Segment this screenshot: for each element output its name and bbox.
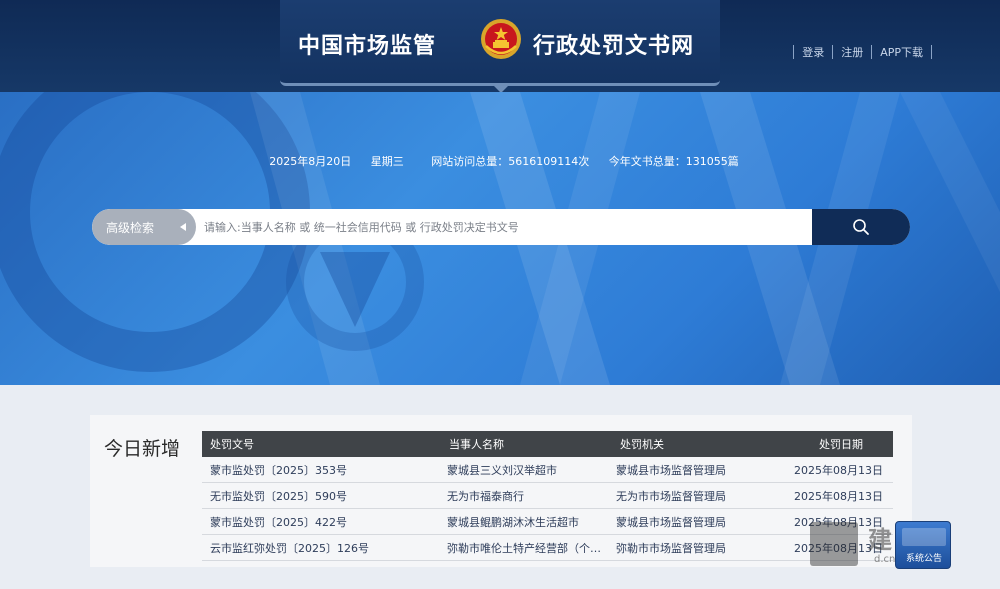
site-title-right: 行政处罚文书网 bbox=[533, 34, 695, 59]
doc-count: 今年文书总量：131055篇 bbox=[608, 155, 739, 168]
link-separator bbox=[931, 45, 932, 59]
link-separator bbox=[832, 45, 834, 59]
doc-number[interactable]: 云市监红弥处罚〔2025〕126号 bbox=[210, 540, 369, 556]
top-links: 登录 注册 APP下载 bbox=[785, 44, 940, 60]
search-bar: 高级检索 bbox=[92, 209, 910, 245]
system-notice-button[interactable]: 系统公告 bbox=[895, 521, 951, 569]
party-name: 蒙城县三义刘汉举超市 bbox=[447, 463, 557, 477]
today-new-panel: 今日新增 处罚文号 当事人名称 处罚机关 处罚日期 蒙市监处罚〔2025〕353… bbox=[90, 415, 912, 567]
table-row[interactable]: 蒙市监处罚〔2025〕422号 蒙城县鲲鹏湖沐沐生活超市 蒙城县市场监督管理局 … bbox=[202, 509, 893, 535]
header-date: 处罚日期 bbox=[819, 438, 863, 451]
penalty-date: 2025年08月13日 bbox=[794, 463, 883, 477]
authority: 无为市市场监督管理局 bbox=[616, 489, 726, 503]
visit-count: 网站访问总量：5616109114次 bbox=[431, 155, 590, 168]
table-row[interactable]: 云市监红弥处罚〔2025〕126号 弥勒市唯伦土特产经营部（个… 弥勒市市场监督… bbox=[202, 535, 893, 561]
header-party-name: 当事人名称 bbox=[449, 438, 504, 451]
watermark-logo-icon bbox=[810, 522, 858, 566]
site-title-left: 中国市场监管 bbox=[298, 34, 437, 59]
login-link[interactable]: 登录 bbox=[802, 44, 824, 60]
table-row[interactable]: 无市监处罚〔2025〕590号 无为市福泰商行 无为市市场监督管理局 2025年… bbox=[202, 483, 893, 509]
current-date: 2025年8月20日 星期三 bbox=[269, 155, 404, 168]
register-link[interactable]: 注册 bbox=[841, 44, 863, 60]
doc-number[interactable]: 蒙市监处罚〔2025〕353号 bbox=[210, 462, 347, 478]
site-stats: 2025年8月20日 星期三 网站访问总量：5616109114次 今年文书总量… bbox=[0, 153, 1000, 169]
link-separator bbox=[793, 45, 795, 59]
advanced-search-label: 高级检索 bbox=[106, 220, 155, 235]
search-icon bbox=[853, 219, 869, 235]
authority: 弥勒市市场监督管理局 bbox=[616, 541, 726, 555]
penalty-date: 2025年08月13日 bbox=[794, 489, 883, 503]
site-header: 中国市场监管 行政处罚文书网 登录 注册 APP下载 bbox=[0, 0, 1000, 93]
doc-number[interactable]: 无市监处罚〔2025〕590号 bbox=[210, 488, 347, 504]
table-row[interactable]: 蒙市监处罚〔2025〕353号 蒙城县三义刘汉举超市 蒙城县市场监督管理局 20… bbox=[202, 457, 893, 483]
party-name: 蒙城县鲲鹏湖沐沐生活超市 bbox=[447, 515, 579, 529]
search-button[interactable] bbox=[812, 209, 910, 245]
party-name: 弥勒市唯伦土特产经营部（个… bbox=[447, 541, 601, 555]
today-new-table: 处罚文号 当事人名称 处罚机关 处罚日期 蒙市监处罚〔2025〕353号 蒙城县… bbox=[202, 431, 893, 561]
watermark-site: d.cn bbox=[874, 554, 896, 565]
table-header: 处罚文号 当事人名称 处罚机关 处罚日期 bbox=[202, 431, 893, 457]
header-authority: 处罚机关 bbox=[620, 438, 664, 451]
app-download-link[interactable]: APP下载 bbox=[880, 44, 923, 60]
search-input[interactable] bbox=[204, 209, 794, 245]
doc-number[interactable]: 蒙市监处罚〔2025〕422号 bbox=[210, 514, 347, 530]
party-name: 无为市福泰商行 bbox=[447, 489, 524, 503]
notice-icon bbox=[902, 528, 946, 546]
advanced-search-button[interactable]: 高级检索 bbox=[92, 209, 196, 245]
notice-label: 系统公告 bbox=[905, 554, 942, 564]
today-new-title: 今日新增 bbox=[104, 438, 181, 460]
header-doc-number: 处罚文号 bbox=[210, 438, 254, 451]
link-separator bbox=[871, 45, 873, 59]
hero-banner: 2025年8月20日 星期三 网站访问总量：5616109114次 今年文书总量… bbox=[0, 92, 1000, 385]
authority: 蒙城县市场监督管理局 bbox=[616, 463, 726, 477]
national-emblem-icon bbox=[481, 19, 521, 59]
caret-left-icon bbox=[180, 223, 186, 231]
authority: 蒙城县市场监督管理局 bbox=[616, 515, 726, 529]
